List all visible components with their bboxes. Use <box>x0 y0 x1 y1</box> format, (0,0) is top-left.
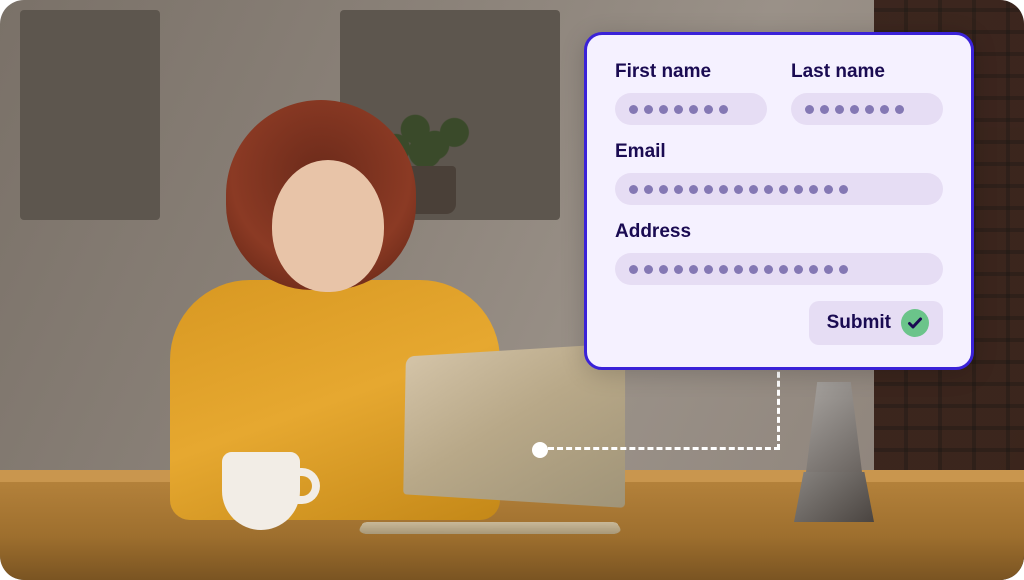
laptop <box>330 350 630 540</box>
last-name-input[interactable] <box>791 93 943 125</box>
moka-pot <box>794 382 874 532</box>
address-label: Address <box>615 221 943 243</box>
email-label: Email <box>615 141 943 163</box>
address-input[interactable] <box>615 253 943 285</box>
first-name-field: First name <box>615 61 767 125</box>
coffee-mug <box>222 452 300 530</box>
email-field: Email <box>615 141 943 205</box>
last-name-label: Last name <box>791 61 943 83</box>
first-name-label: First name <box>615 61 767 83</box>
check-icon <box>901 309 929 337</box>
last-name-field: Last name <box>791 61 943 125</box>
address-field: Address <box>615 221 943 285</box>
first-name-input[interactable] <box>615 93 767 125</box>
submit-button-label: Submit <box>827 312 891 334</box>
form-card: First name Last name Email Address Submi… <box>584 32 974 370</box>
submit-button[interactable]: Submit <box>809 301 943 345</box>
email-input[interactable] <box>615 173 943 205</box>
